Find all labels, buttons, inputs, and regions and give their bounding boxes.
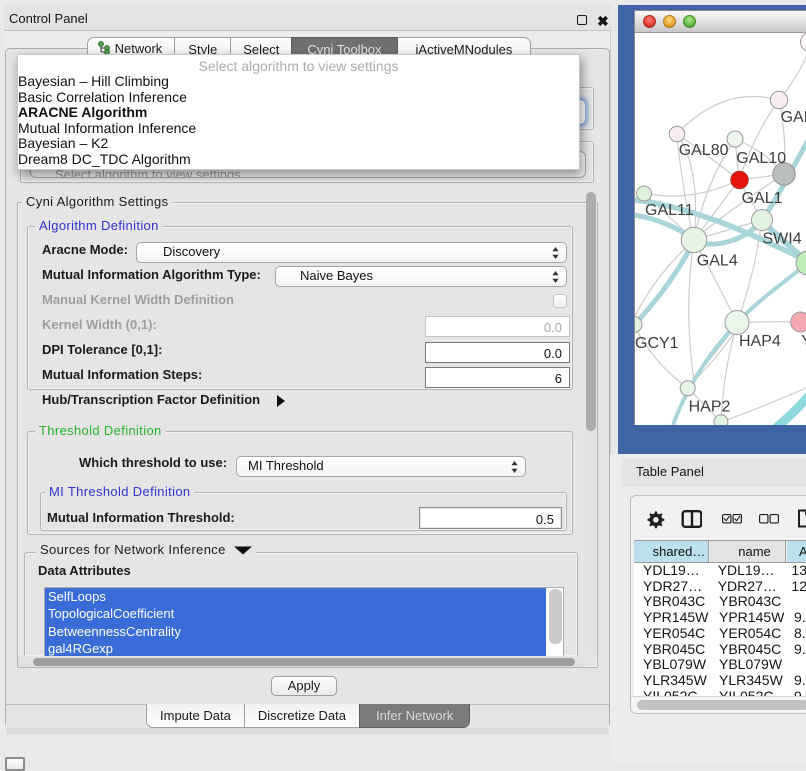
svg-text:GAL7: GAL7 — [781, 109, 806, 126]
svg-text:SWI4: SWI4 — [763, 231, 802, 248]
svg-text:GAL1: GAL1 — [742, 190, 783, 207]
svg-text:YJ: YJ — [801, 333, 806, 350]
svg-text:HAP2: HAP2 — [689, 399, 731, 416]
svg-text:GCY1: GCY1 — [635, 335, 679, 352]
svg-text:GAL11: GAL11 — [645, 202, 694, 219]
svg-text:HAP4: HAP4 — [739, 333, 781, 350]
svg-text:GAL10: GAL10 — [736, 150, 786, 167]
svg-text:GAL80: GAL80 — [679, 142, 729, 159]
svg-text:GAL4: GAL4 — [697, 253, 738, 270]
